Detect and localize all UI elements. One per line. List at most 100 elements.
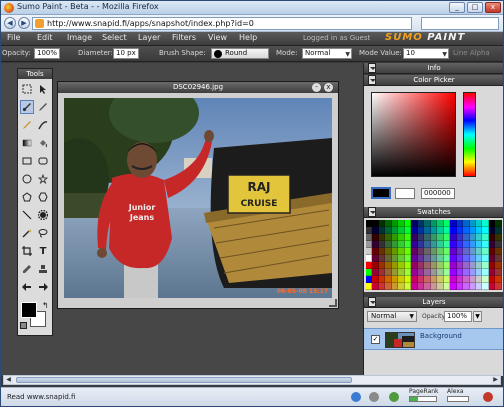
swap-colors-icon[interactable]: ↰ [42, 301, 49, 310]
photo-canvas[interactable]: RAJ CRUISE Junior Jeans 06-05-08 15:17 [64, 98, 332, 298]
mode-value-label: Mode Value: [359, 49, 402, 57]
swatch-cell[interactable] [495, 220, 502, 227]
move-arrow-icon[interactable] [36, 82, 50, 96]
layer-visibility-checkbox[interactable]: ✓ [371, 335, 380, 344]
hex-input[interactable]: 000000 [421, 188, 455, 199]
layer-opacity-input[interactable]: 100% [444, 311, 472, 322]
globe-icon[interactable] [351, 392, 361, 402]
swatch-cell[interactable] [495, 255, 502, 262]
info-panel-header[interactable]: Info [364, 63, 503, 74]
polygon-icon[interactable] [20, 190, 34, 204]
magic-wand-icon[interactable] [20, 226, 34, 240]
swatch-cell[interactable] [495, 248, 502, 255]
lasso-icon[interactable] [36, 226, 50, 240]
swatch-cell[interactable] [495, 262, 502, 269]
mode-value-select[interactable]: 10 ▼ [403, 48, 449, 59]
layer-blend-mode-select[interactable]: Normal ▼ [367, 311, 417, 322]
reset-colors-icon[interactable] [20, 322, 27, 329]
scroll-right-icon[interactable]: ▶ [491, 376, 500, 384]
forward-icon[interactable]: ▶ [18, 17, 30, 29]
brush-tool-icon[interactable] [20, 100, 34, 114]
rounded-rectangle-icon[interactable] [36, 154, 50, 168]
collapse-icon[interactable] [368, 207, 376, 217]
color-picker-header[interactable]: Color Picker [364, 75, 503, 86]
opacity-input[interactable]: 100% [34, 48, 60, 59]
swatch-grid[interactable] [366, 220, 502, 290]
text-tool-icon[interactable]: T [36, 244, 50, 258]
previous-color-swatch[interactable] [395, 188, 415, 199]
brush-shape-label: Brush Shape: [159, 49, 206, 57]
search-input[interactable] [421, 17, 499, 30]
maximize-button[interactable]: □ [467, 2, 483, 13]
pen-icon[interactable] [20, 118, 34, 132]
minimize-button[interactable]: _ [449, 2, 465, 13]
gear-shape-icon[interactable] [36, 208, 50, 222]
layers-header[interactable]: Layers [364, 297, 503, 308]
ellipse-icon[interactable] [20, 172, 34, 186]
document-close-button[interactable]: x [324, 83, 333, 92]
color-picker-panel: 000000 [364, 86, 503, 207]
menu-filters[interactable]: Filters [172, 33, 196, 42]
rectangle-shape-icon[interactable] [20, 154, 34, 168]
layer-row-background[interactable]: ✓ Background [364, 328, 503, 350]
swatches-header[interactable]: Swatches [364, 207, 503, 218]
star-shape-icon[interactable] [36, 172, 50, 186]
crop-icon[interactable] [20, 244, 34, 258]
collapse-icon[interactable] [368, 63, 376, 73]
swatch-cell[interactable] [495, 269, 502, 276]
swatch-cell[interactable] [495, 241, 502, 248]
eyedropper-icon[interactable] [20, 262, 34, 276]
smudge-icon[interactable] [36, 118, 50, 132]
rectangle-select-icon[interactable] [20, 82, 34, 96]
adblock-icon[interactable] [483, 392, 493, 402]
layer-opacity-dropdown[interactable]: ▼ [473, 311, 482, 322]
foreground-color-swatch[interactable] [21, 302, 37, 318]
menu-edit[interactable]: Edit [37, 33, 53, 42]
swatch-cell[interactable] [495, 276, 502, 283]
address-bar[interactable]: http://www.snapid.fi/apps/snapshot/index… [32, 17, 412, 30]
line-tool-icon[interactable] [20, 208, 34, 222]
hue-slider[interactable] [463, 92, 476, 177]
saturation-value-field[interactable] [371, 92, 456, 177]
pencil-icon[interactable] [36, 100, 50, 114]
mode-select[interactable]: Normal ▼ [302, 48, 352, 59]
arrow-right-icon[interactable] [36, 280, 50, 294]
collapse-icon[interactable] [368, 297, 376, 307]
menu-select[interactable]: Select [102, 33, 127, 42]
brush-shape-select[interactable]: Round [211, 48, 269, 59]
current-color-swatch[interactable] [371, 187, 391, 199]
back-icon[interactable]: ◀ [4, 17, 16, 29]
bucket-fill-icon[interactable] [36, 136, 50, 150]
gradient-icon[interactable] [20, 136, 34, 150]
document-minimize-button[interactable]: - [312, 83, 321, 92]
hexagon-icon[interactable] [36, 190, 50, 204]
swatch-cell[interactable] [495, 283, 502, 290]
arrow-left-icon[interactable] [20, 280, 34, 294]
collapse-icon[interactable] [368, 75, 376, 85]
chevron-down-icon: ▼ [442, 51, 447, 58]
login-status: Logged in as Guest [303, 34, 371, 42]
horizontal-scrollbar[interactable]: ◀ ▶ [3, 375, 501, 385]
gear-icon[interactable] [369, 392, 379, 402]
layers-panel: Normal ▼ Opacity: 100% ▼ ✓ Background [364, 308, 503, 376]
sumo-paint-logo: SUMO PAINT [385, 32, 466, 43]
tools-panel-title: Tools [18, 69, 52, 79]
clone-stamp-icon[interactable] [36, 262, 50, 276]
diameter-label: Diameter: [78, 49, 113, 57]
diameter-input[interactable]: 10 px [113, 48, 139, 59]
resize-handle-icon[interactable] [329, 299, 337, 307]
close-button[interactable]: x [485, 2, 501, 13]
menu-help[interactable]: Help [239, 33, 257, 42]
menu-layer[interactable]: Layer [138, 33, 160, 42]
menu-view[interactable]: View [208, 33, 227, 42]
addon-icon[interactable] [389, 392, 399, 402]
menu-image[interactable]: Image [67, 33, 92, 42]
swatch-cell[interactable] [495, 227, 502, 234]
scrollbar-thumb[interactable] [16, 377, 352, 383]
menu-file[interactable]: File [7, 33, 20, 42]
document-title: DSC02946.jpg [58, 82, 338, 93]
scroll-left-icon[interactable]: ◀ [4, 376, 13, 384]
layer-thumbnail [385, 332, 415, 348]
status-text: Read www.snapid.fi [7, 393, 76, 401]
swatch-cell[interactable] [495, 234, 502, 241]
